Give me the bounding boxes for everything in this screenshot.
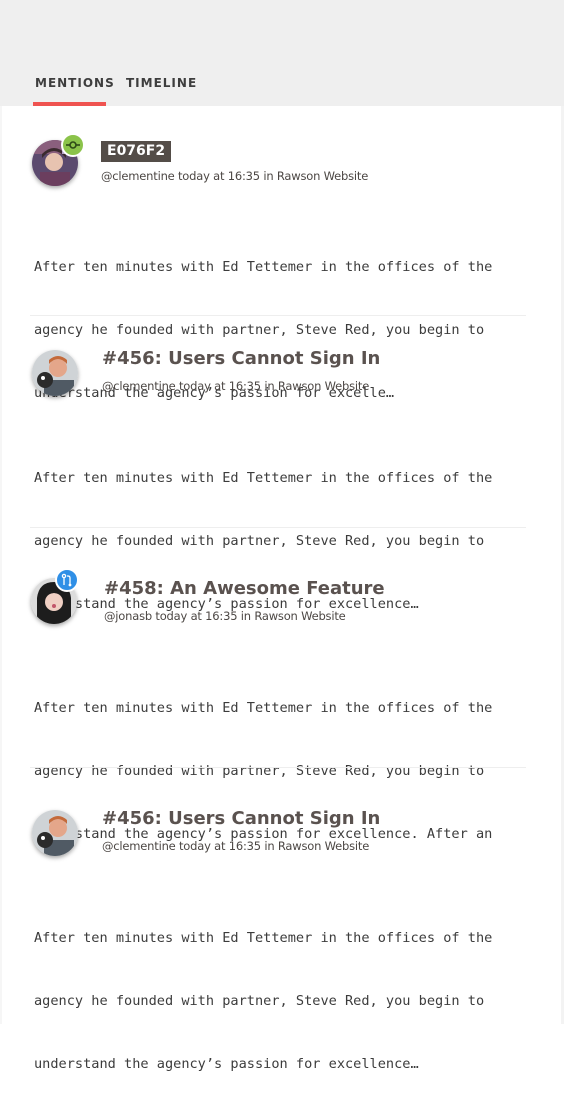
top-header	[0, 0, 564, 106]
mention-meta: @jonasb today at 16:35 in Rawson Website	[104, 609, 346, 623]
divider	[30, 767, 526, 768]
commit-icon	[61, 133, 85, 157]
body-line: agency he founded with partner, Steve Re…	[34, 533, 485, 549]
pull-request-icon	[55, 568, 79, 592]
pull-request-title[interactable]: #458: An Awesome Feature	[104, 578, 385, 599]
body-line: agency he founded with partner, Steve Re…	[34, 763, 485, 779]
avatar[interactable]	[32, 810, 78, 856]
mention-meta: @clementine today at 16:35 in Rawson Web…	[102, 839, 370, 853]
issue-title[interactable]: #456: Users Cannot Sign In	[102, 348, 380, 369]
body-line: After ten minutes with Ed Tettemer in th…	[34, 259, 493, 275]
body-line: After ten minutes with Ed Tettemer in th…	[34, 700, 493, 716]
divider	[30, 527, 526, 528]
tab-mentions[interactable]: MENTIONS	[35, 76, 115, 90]
mention-body: After ten minutes with Ed Tettemer in th…	[34, 215, 528, 446]
commit-hash-tag[interactable]: E076F2	[101, 141, 172, 162]
tab-timeline[interactable]: TIMELINE	[126, 76, 197, 90]
mention-meta: @clementine today at 16:35 in Rawson Web…	[102, 379, 370, 393]
left-edge	[0, 106, 2, 1024]
body-line: After ten minutes with Ed Tettemer in th…	[34, 930, 493, 946]
mention-meta: @clementine today at 16:35 in Rawson Web…	[101, 169, 369, 183]
divider	[30, 315, 526, 316]
body-line: After ten minutes with Ed Tettemer in th…	[34, 470, 493, 486]
body-line: agency he founded with partner, Steve Re…	[34, 322, 485, 338]
body-line: agency he founded with partner, Steve Re…	[34, 993, 485, 1009]
active-tab-indicator	[33, 102, 106, 106]
mention-body: After ten minutes with Ed Tettemer in th…	[34, 886, 528, 1117]
issue-title[interactable]: #456: Users Cannot Sign In	[102, 808, 380, 829]
avatar[interactable]	[32, 350, 78, 396]
body-line: understand the agency’s passion for exce…	[34, 1056, 419, 1072]
